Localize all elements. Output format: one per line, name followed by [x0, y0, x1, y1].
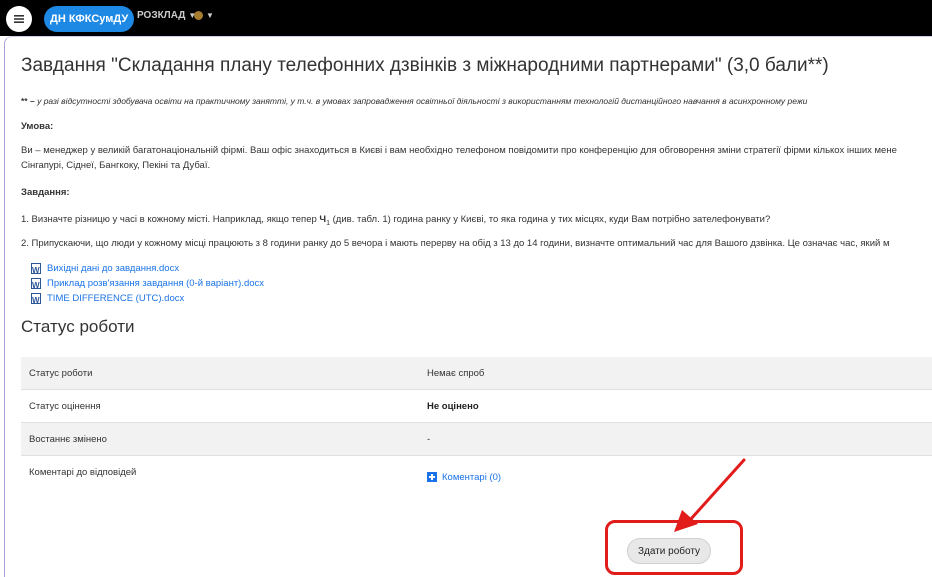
annotation-arrow	[674, 458, 746, 532]
